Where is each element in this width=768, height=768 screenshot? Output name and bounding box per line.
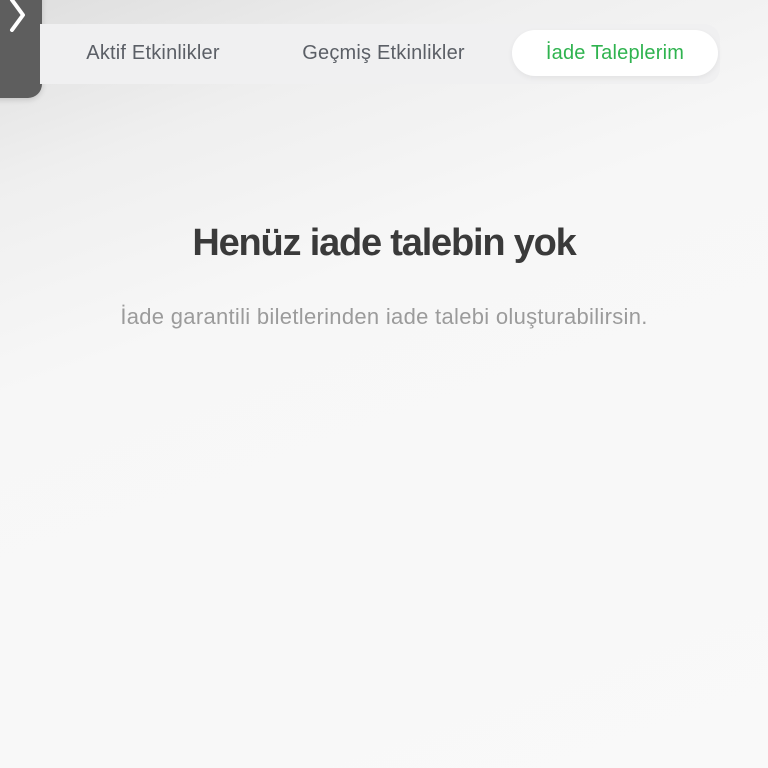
tab-active-events[interactable]: Aktif Etkinlikler [58,30,248,76]
page: Aktif Etkinlikler Geçmiş Etkinlikler İad… [0,0,768,768]
empty-state-subtitle: İade garantili biletlerinden iade talebi… [120,304,648,329]
empty-state-title: Henüz iade talebin yok [192,222,576,264]
tab-past-events[interactable]: Geçmiş Etkinlikler [276,30,491,76]
segmented-tab-bar: Aktif Etkinlikler Geçmiş Etkinlikler İad… [40,24,720,84]
chevron-right-icon [8,0,28,32]
tab-refund-requests[interactable]: İade Taleplerim [512,30,718,76]
side-drawer-handle[interactable] [0,0,42,98]
